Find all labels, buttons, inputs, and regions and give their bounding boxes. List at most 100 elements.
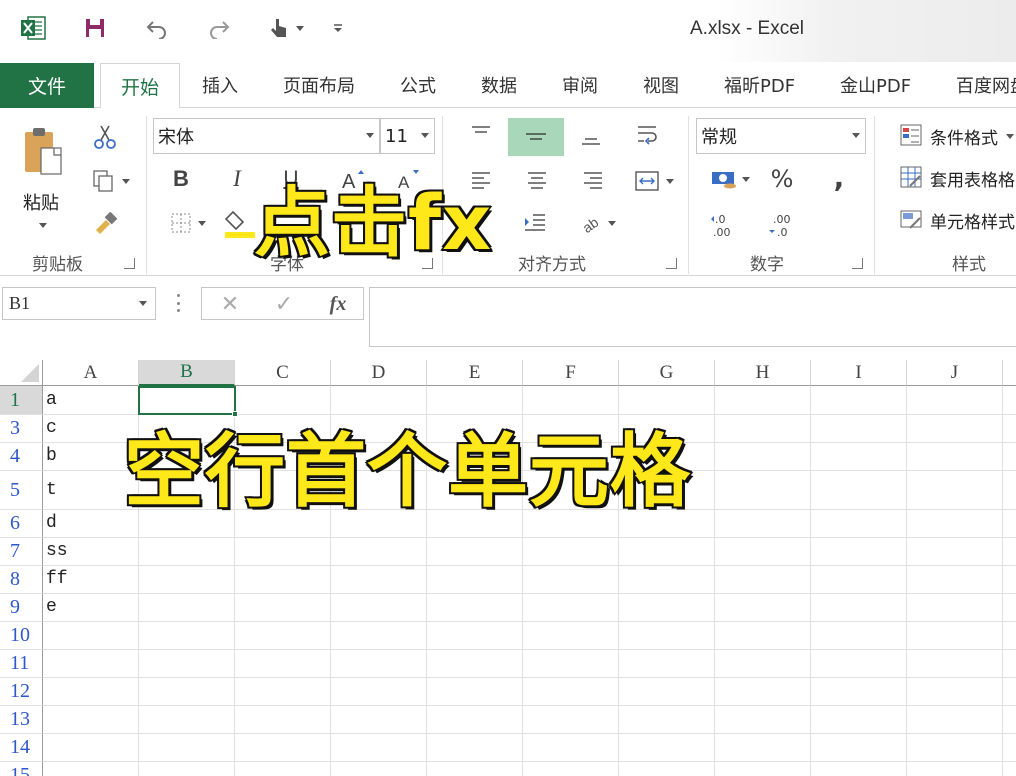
decrease-decimal-icon[interactable]: .00.0 — [762, 208, 802, 242]
active-cell-b1[interactable] — [138, 386, 238, 417]
paste-dropdown-icon[interactable] — [39, 223, 47, 228]
svg-text:.0: .0 — [777, 226, 788, 239]
row-header[interactable]: 13 — [0, 706, 43, 734]
number-format-value: 常规 — [701, 127, 737, 148]
wrap-text-icon[interactable] — [632, 122, 666, 148]
accounting-format-icon[interactable] — [704, 164, 756, 194]
tab-home[interactable]: 开始 — [100, 63, 180, 109]
column-header-d[interactable]: D — [331, 360, 427, 386]
insert-function-button[interactable]: fx — [322, 289, 354, 319]
alignment-launcher[interactable] — [666, 258, 677, 269]
comma-button[interactable]: , — [824, 161, 854, 194]
tab-baidu-netdisk[interactable]: 百度网盘 — [956, 72, 1016, 98]
tab-file[interactable]: 文件 — [0, 63, 94, 108]
increase-indent-icon[interactable] — [520, 208, 550, 238]
cell-a-value[interactable]: b — [46, 446, 57, 466]
redo-icon[interactable] — [204, 12, 234, 44]
paste-label[interactable]: 粘贴 — [23, 189, 59, 215]
cancel-entry-button[interactable]: ✕ — [216, 290, 244, 318]
format-as-table-button[interactable]: 套用表格格式 — [930, 166, 1016, 191]
tab-wps-pdf[interactable]: 金山PDF — [840, 72, 911, 98]
cell-a-value[interactable]: e — [46, 597, 57, 617]
align-right-icon[interactable] — [578, 166, 608, 196]
conditional-format-dropdown-icon[interactable] — [1006, 134, 1014, 139]
align-center-icon[interactable] — [522, 166, 552, 196]
row-header[interactable]: 5 — [0, 471, 43, 510]
row-header[interactable]: 4 — [0, 443, 43, 471]
conditional-format-icon[interactable] — [898, 122, 924, 148]
grid-row-line — [43, 621, 1016, 622]
cell-styles-button[interactable]: 单元格样式 — [930, 208, 1015, 233]
bold-button[interactable]: B — [166, 164, 196, 194]
grid-row-line — [43, 733, 1016, 734]
orientation-icon[interactable]: ab — [576, 208, 620, 238]
number-launcher[interactable] — [852, 258, 863, 269]
percent-button[interactable]: % — [766, 164, 798, 194]
borders-icon[interactable] — [164, 208, 212, 238]
column-header-j[interactable]: J — [907, 360, 1003, 386]
row-header[interactable]: 8 — [0, 566, 43, 594]
column-header-h[interactable]: H — [715, 360, 811, 386]
enter-entry-button[interactable]: ✓ — [270, 290, 298, 318]
tab-insert[interactable]: 插入 — [202, 72, 238, 98]
middle-align-icon[interactable] — [508, 118, 564, 156]
row-header[interactable]: 10 — [0, 622, 43, 650]
customize-toolbar-icon[interactable] — [330, 12, 346, 44]
svg-text:.00: .00 — [773, 213, 791, 226]
italic-button[interactable]: I — [222, 164, 252, 194]
increase-decimal-icon[interactable]: .0.00 — [704, 208, 744, 242]
tab-view[interactable]: 视图 — [643, 72, 679, 98]
conditional-format-button[interactable]: 条件格式 — [930, 124, 998, 149]
formula-bar-grip-icon[interactable] — [176, 294, 180, 312]
cell-a-value[interactable]: c — [46, 418, 57, 438]
copy-icon[interactable] — [88, 166, 134, 196]
touch-mode-icon[interactable] — [264, 12, 308, 44]
merge-center-icon[interactable] — [630, 166, 678, 196]
row-header[interactable]: 12 — [0, 678, 43, 706]
cell-a-value[interactable]: a — [46, 390, 57, 410]
spreadsheet-grid[interactable]: A B C D E F G H I J 1 a 3 c 4 b 5 t 6 d 7 ss 8 ff 9 e 10 11 12 13 14 15 — [0, 360, 1016, 776]
cell-a-value[interactable]: d — [46, 513, 57, 533]
column-header-b[interactable]: B — [139, 360, 235, 386]
format-as-table-icon[interactable] — [898, 164, 924, 190]
cut-icon[interactable] — [90, 122, 120, 152]
save-icon[interactable] — [80, 12, 110, 44]
row-header[interactable]: 15 — [0, 762, 43, 776]
column-header-a[interactable]: A — [43, 360, 139, 386]
cell-a-value[interactable]: ff — [46, 569, 68, 589]
column-header-g[interactable]: G — [619, 360, 715, 386]
paste-icon[interactable] — [18, 122, 68, 182]
top-align-icon[interactable] — [466, 120, 496, 144]
font-name-select[interactable]: 宋体 — [153, 118, 380, 154]
font-size-select[interactable]: 11 — [380, 118, 435, 154]
row-header[interactable]: 9 — [0, 594, 43, 622]
bottom-align-icon[interactable] — [576, 128, 606, 152]
tab-review[interactable]: 审阅 — [562, 72, 598, 98]
cell-a-value[interactable]: ss — [46, 541, 68, 561]
cell-a-value[interactable]: t — [46, 480, 57, 500]
undo-icon[interactable] — [142, 12, 172, 44]
name-box[interactable]: B1 — [2, 287, 156, 320]
row-header[interactable]: 11 — [0, 650, 43, 678]
clipboard-launcher[interactable] — [124, 258, 135, 269]
row-header[interactable]: 14 — [0, 734, 43, 762]
select-all-button[interactable] — [0, 360, 43, 386]
formula-input[interactable] — [369, 287, 1016, 347]
tab-formulas[interactable]: 公式 — [400, 72, 436, 98]
column-header-f[interactable]: F — [523, 360, 619, 386]
row-header[interactable]: 3 — [0, 415, 43, 443]
format-painter-icon[interactable] — [90, 208, 120, 238]
column-header-e[interactable]: E — [427, 360, 523, 386]
tab-page-layout[interactable]: 页面布局 — [283, 72, 355, 98]
tab-foxit-pdf[interactable]: 福昕PDF — [724, 72, 795, 98]
row-header[interactable]: 6 — [0, 510, 43, 538]
row-header[interactable]: 1 — [0, 386, 43, 415]
column-header-c[interactable]: C — [235, 360, 331, 386]
column-header-partial[interactable] — [1003, 360, 1016, 386]
cell-styles-icon[interactable] — [898, 206, 924, 232]
row-header[interactable]: 7 — [0, 538, 43, 566]
number-format-select[interactable]: 常规 — [696, 118, 866, 154]
tab-data[interactable]: 数据 — [481, 72, 517, 98]
fill-handle[interactable] — [232, 411, 238, 417]
column-header-i[interactable]: I — [811, 360, 907, 386]
